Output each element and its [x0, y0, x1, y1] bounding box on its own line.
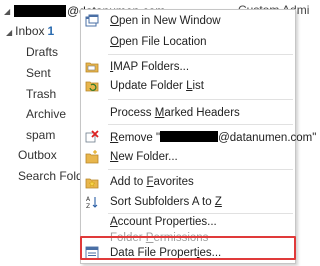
context-menu: Open in New Window Open File Location IM… — [80, 9, 316, 264]
menu-separator — [108, 169, 293, 170]
collapse-arrow-icon[interactable]: ◢ — [4, 7, 14, 16]
folder-label: Sent — [26, 66, 51, 80]
menu-item-open-new-window[interactable]: Open in New Window — [81, 12, 295, 30]
svg-text:A: A — [86, 196, 91, 203]
menu-separator — [108, 99, 293, 100]
sort-az-icon: A Z — [86, 196, 98, 209]
menu-item-add-to-favorites[interactable]: Add to Favorites — [81, 173, 295, 191]
menu-item-process-marked-headers[interactable]: Process Marked Headers — [81, 104, 295, 122]
folder-sent[interactable]: Sent — [26, 66, 51, 80]
menu-item-label: New Folder... — [110, 151, 178, 163]
folder-drafts[interactable]: Drafts — [26, 45, 58, 59]
menu-item-label: Remove " @datanumen.com" — [110, 130, 317, 144]
highlight-box — [80, 236, 296, 260]
collapse-arrow-icon[interactable]: ◢ — [6, 28, 12, 37]
menu-item-update-folder-list[interactable]: Update Folder List — [81, 77, 295, 95]
folder-label: Outbox — [18, 148, 57, 162]
menu-separator — [108, 54, 293, 55]
menu-item-label: Process Marked Headers — [110, 107, 240, 119]
folder-label: Inbox — [15, 24, 45, 38]
svg-text:Z: Z — [86, 203, 90, 209]
menu-item-new-folder[interactable]: New Folder... — [81, 148, 295, 166]
menu-item-label: Open File Location — [110, 36, 207, 48]
folder-spam[interactable]: spam — [26, 128, 55, 142]
menu-item-label: IMAP Folders... — [110, 61, 190, 73]
redacted-account-name — [14, 5, 66, 17]
folder-label: Trash — [26, 87, 57, 101]
menu-item-open-file-location[interactable]: Open File Location — [81, 33, 295, 51]
menu-item-label: Account Properties... — [110, 216, 217, 228]
new-folder-icon — [85, 150, 99, 164]
favorites-icon — [85, 178, 99, 189]
menu-item-label: Add to Favorites — [110, 176, 194, 188]
menu-item-label: Update Folder List — [110, 80, 204, 92]
remove-icon — [85, 130, 99, 143]
menu-item-sort-subfolders[interactable]: A Z Sort Subfolders A to Z — [81, 193, 295, 211]
folder-archive[interactable]: Archive — [26, 107, 66, 121]
menu-item-imap-folders[interactable]: IMAP Folders... — [81, 58, 295, 76]
imap-folder-icon — [85, 62, 99, 73]
folder-trash[interactable]: Trash — [26, 87, 56, 101]
folder-label: Drafts — [26, 45, 59, 59]
menu-item-label: Sort Subfolders A to Z — [110, 196, 222, 208]
folder-outbox[interactable]: Outbox — [18, 148, 57, 162]
menu-item-remove-account[interactable]: Remove " @datanumen.com" — [81, 128, 316, 146]
unread-count: 1 — [47, 24, 55, 38]
update-folder-icon — [85, 81, 99, 92]
new-window-icon — [85, 14, 99, 27]
folder-inbox[interactable]: ◢ Inbox 1 — [6, 24, 54, 38]
menu-item-label: Open in New Window — [110, 15, 221, 27]
folder-label: spam — [26, 128, 56, 142]
folder-label: Archive — [26, 107, 67, 121]
redacted-account-name — [160, 130, 219, 142]
menu-separator — [108, 124, 293, 125]
